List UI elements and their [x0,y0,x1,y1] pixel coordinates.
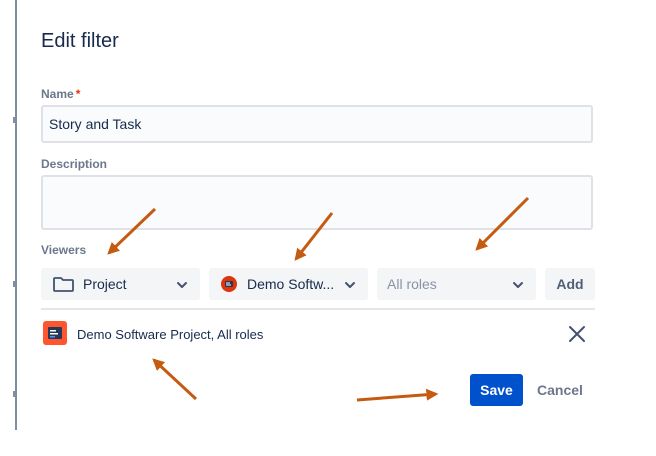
annotation-arrow [356,388,439,402]
annotation-arrow [294,212,334,261]
annotation-arrow [107,207,157,255]
annotation-arrow [152,358,198,401]
annotation-arrows [107,196,530,402]
annotation-arrow [475,196,530,251]
